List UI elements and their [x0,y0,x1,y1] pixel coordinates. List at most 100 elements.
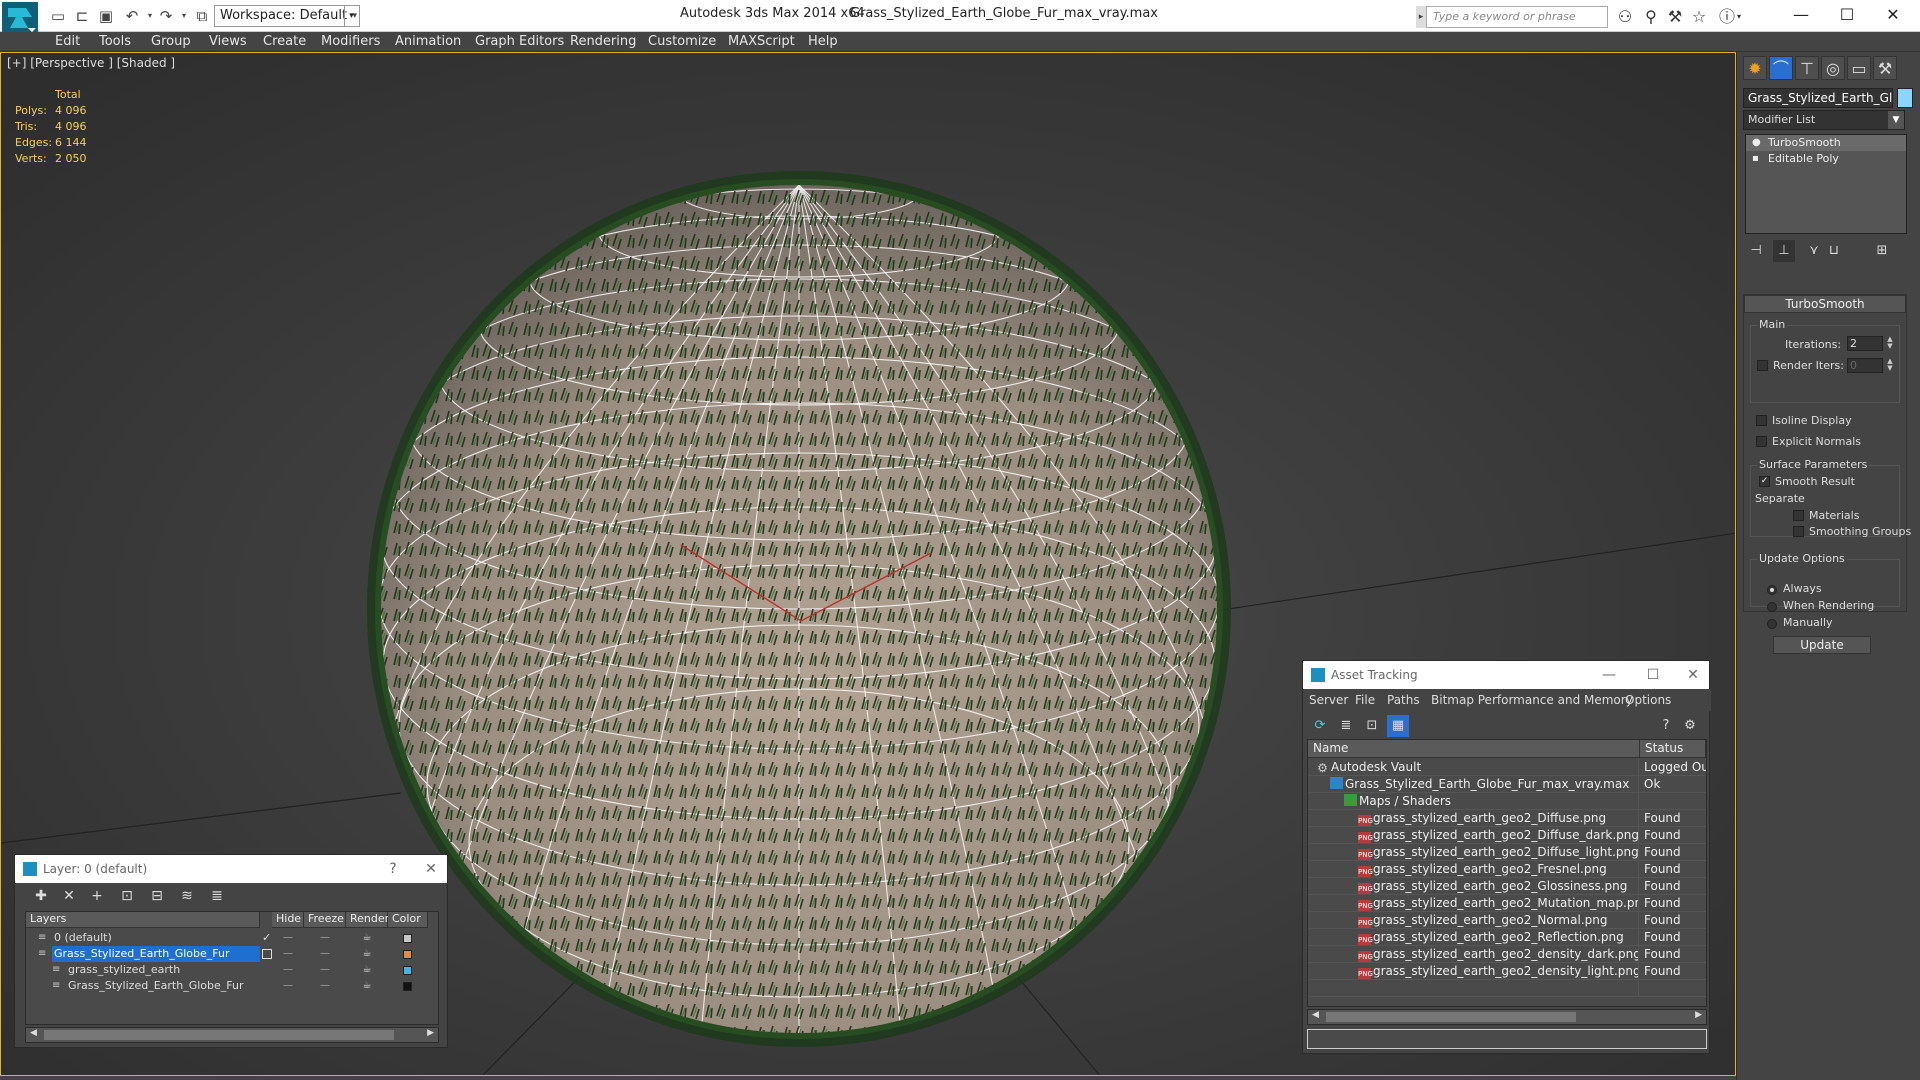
delete-layer-icon[interactable]: ✕ [57,885,81,907]
rollout-title[interactable]: TurboSmooth [1744,295,1906,313]
layer-row[interactable]: ≡ Grass_Stylized_Earth_Globe_Fur — — ☕ [26,946,438,962]
layer-dialog-title-bar[interactable]: Layer: 0 (default) ? ✕ [15,855,447,883]
freeze-toggle[interactable]: — [304,962,346,978]
remove-modifier-icon[interactable]: ⊔ [1823,240,1845,262]
asset-dialog-title-bar[interactable]: Asset Tracking — ☐ ✕ [1303,661,1709,689]
spinner-arrows-icon[interactable]: ▲ ▼ [1885,336,1895,351]
asset-row[interactable]: PNGgrass_stylized_earth_geo2_density_dar… [1308,946,1706,963]
iterations-spinner[interactable]: 2 [1847,336,1883,351]
asset-path-field[interactable] [1307,1029,1707,1049]
new-file-icon[interactable]: ▭ [48,7,68,25]
asset-horizontal-scrollbar[interactable]: ◀ ▶ [1307,1009,1707,1025]
menu-animation[interactable]: Animation [395,34,461,49]
configure-sets-icon[interactable]: ⊞ [1871,240,1893,262]
maximize-button[interactable]: ☐ [1824,0,1870,30]
modify-tab-icon[interactable]: ⌒ [1769,56,1793,80]
isoline-display-checkbox[interactable] [1756,415,1767,426]
subscription-icon[interactable]: ⚲ [1640,6,1662,28]
display-tab-icon[interactable]: ▭ [1847,56,1871,80]
layer-row[interactable]: ≡ grass_stylized_earth — — ☕ [26,962,438,978]
viewport-label[interactable]: [+] [Perspective ] [Shaded ] [7,56,175,70]
scroll-right-icon[interactable]: ▶ [427,1028,434,1038]
freeze-toggle[interactable]: — [304,946,346,962]
menu-tools[interactable]: Tools [99,34,131,49]
highlight-layer-icon[interactable]: ⊟ [145,885,169,907]
active-layer-check-icon[interactable]: ✓ [262,930,271,946]
freeze-toggle[interactable]: — [304,930,346,946]
menu-customize[interactable]: Customize [648,34,716,49]
status-column-header[interactable]: Status [1640,740,1706,758]
hide-column-header[interactable]: Hide [272,912,304,928]
asset-row[interactable]: PNGgrass_stylized_earth_geo2_Glossiness.… [1308,878,1706,895]
layers-column-header[interactable]: Layers [26,912,260,928]
search-input[interactable]: Type a keyword or phrase [1426,6,1608,28]
menu-views[interactable]: Views [209,34,247,49]
asset-row[interactable]: PNGgrass_stylized_earth_geo2_Reflection.… [1308,929,1706,946]
redo-icon[interactable]: ↷ [156,7,176,25]
color-column-header[interactable]: Color [388,912,428,928]
scroll-right-icon[interactable]: ▶ [1695,1010,1702,1020]
render-teapot-icon[interactable]: ☕ [346,946,388,962]
asset-menu-paths[interactable]: Paths [1387,693,1420,707]
scrollbar-thumb[interactable] [44,1030,394,1040]
scroll-left-icon[interactable]: ◀ [1312,1010,1319,1020]
settings-help-icon[interactable]: ⚙ [1679,715,1701,737]
add-to-layer-icon[interactable]: + [85,885,109,907]
asset-row[interactable]: PNGgrass_stylized_earth_geo2_Mutation_ma… [1308,895,1706,912]
favorites-star-icon[interactable]: ☆ [1688,6,1710,28]
layer-row[interactable]: ≡ 0 (default) ✓ — — ☕ [26,930,438,946]
create-tab-icon[interactable]: ✹ [1743,56,1767,80]
materials-checkbox[interactable] [1793,510,1804,521]
asset-row[interactable]: Grass_Stylized_Earth_Globe_Fur_max_vray.… [1308,776,1706,793]
workspace-menu-button[interactable]: ▾ [344,5,358,27]
minimize-button[interactable]: — [1778,0,1824,30]
help-icon[interactable]: ? [1655,715,1677,737]
search-expand-icon[interactable]: ▸ [1416,6,1426,28]
layer-color-swatch[interactable] [403,982,412,991]
freeze-toggle[interactable]: — [304,978,346,994]
freeze-column-header[interactable]: Freeze [304,912,346,928]
render-iters-checkbox[interactable] [1757,360,1768,371]
asset-row[interactable]: PNGgrass_stylized_earth_geo2_Diffuse.png… [1308,810,1706,827]
new-layer-icon[interactable]: ✚ [29,885,53,907]
layer-name[interactable]: 0 (default) [52,930,112,946]
name-column-header[interactable]: Name [1308,740,1640,758]
pin-stack-icon[interactable]: ⊣ [1745,240,1767,262]
stack-item-turbosmooth[interactable]: ● TurboSmooth [1746,135,1906,151]
layer-name[interactable]: Grass_Stylized_Earth_Globe_Fur [66,978,243,994]
motion-tab-icon[interactable]: ◎ [1821,56,1845,80]
hierarchy-tab-icon[interactable]: ⊤ [1795,56,1819,80]
hide-toggle[interactable]: — [272,930,304,946]
show-end-result-icon[interactable]: ⊥ [1773,240,1795,262]
object-color-swatch[interactable] [1897,88,1913,108]
workspace-dropdown[interactable]: Workspace: Default ▾ [214,5,360,27]
select-objects-icon[interactable]: ⊡ [115,885,139,907]
close-button[interactable]: ✕ [417,855,445,883]
stack-item-editable-poly[interactable]: ▪ Editable Poly [1746,151,1906,167]
menu-edit[interactable]: Edit [55,34,80,49]
redo-dropdown-icon[interactable]: ▾ [174,7,194,25]
layer-name[interactable]: grass_stylized_earth [66,962,180,978]
always-radio[interactable] [1767,585,1777,595]
layer-horizontal-scrollbar[interactable]: ◀ ▶ [25,1027,439,1043]
scrollbar-thumb[interactable] [1326,1012,1576,1022]
render-column-header[interactable]: Render [346,912,389,928]
utilities-tab-icon[interactable]: ⚒ [1873,56,1897,80]
menu-help[interactable]: Help [808,34,838,49]
asset-row[interactable]: PNGgrass_stylized_earth_geo2_Fresnel.png… [1308,861,1706,878]
menu-graph-editors[interactable]: Graph Editors [475,34,564,49]
hide-toggle[interactable]: — [272,946,304,962]
hide-toggle[interactable]: — [272,962,304,978]
asset-row[interactable]: PNGgrass_stylized_earth_geo2_density_lig… [1308,963,1706,980]
menu-modifiers[interactable]: Modifiers [321,34,380,49]
help-button[interactable]: ? [379,855,407,883]
table-view-icon[interactable]: ▦ [1387,715,1409,737]
hide-toggle[interactable]: — [272,978,304,994]
project-folder-icon[interactable]: ⧉ [192,7,212,25]
object-name-field[interactable]: Grass_Stylized_Earth_Gl [1743,88,1893,108]
render-teapot-icon[interactable]: ☕ [346,930,388,946]
save-file-icon[interactable]: ▣ [96,7,116,25]
menu-create[interactable]: Create [263,34,306,49]
communication-icon[interactable]: ⚒ [1664,6,1686,28]
smoothing-groups-checkbox[interactable] [1793,526,1804,537]
